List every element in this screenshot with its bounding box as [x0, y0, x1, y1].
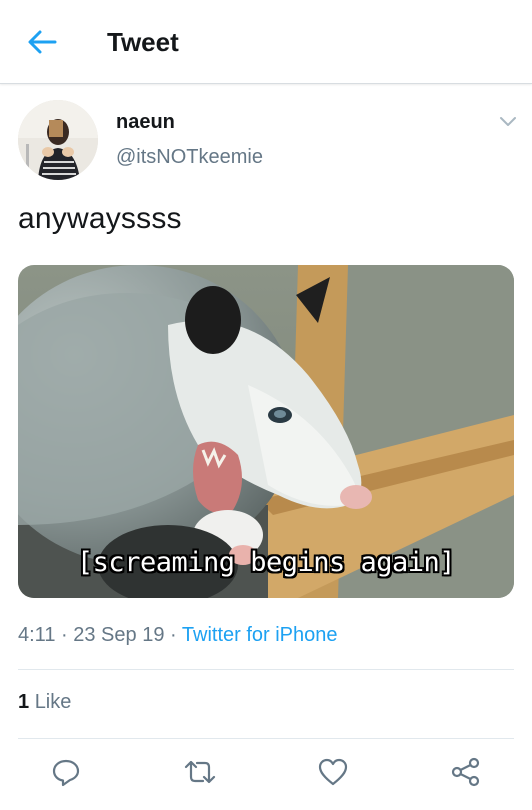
divider [18, 669, 514, 670]
tweet-time: 4:11 [18, 624, 56, 646]
heart-icon [318, 758, 348, 786]
action-bar [0, 742, 532, 802]
back-button[interactable] [22, 24, 62, 60]
media-caption: [screaming begins again] [76, 547, 456, 578]
tweet-options-button[interactable] [494, 108, 522, 136]
likes-count: 1 [18, 691, 30, 713]
share-icon [451, 757, 480, 787]
divider [18, 738, 514, 739]
meta-separator: · [170, 624, 177, 646]
meta-separator: · [61, 624, 68, 646]
page-title: Tweet [107, 27, 179, 57]
avatar[interactable] [18, 100, 98, 180]
tweet-date: 23 Sep 19 [73, 624, 165, 646]
user-handle[interactable]: @itsNOTkeemie [116, 146, 263, 169]
share-button[interactable] [446, 754, 486, 790]
reply-button[interactable] [46, 754, 86, 790]
retweet-button[interactable] [180, 754, 220, 790]
display-name[interactable]: naeun [116, 111, 175, 134]
like-button[interactable] [313, 754, 353, 790]
arrow-left-icon [28, 30, 57, 54]
tweet-source-link[interactable]: Twitter for iPhone [182, 624, 338, 646]
tweet-meta: 4:11 · 23 Sep 19 · Twitter for iPhone [18, 624, 338, 647]
likes-label: Like [34, 691, 72, 713]
chevron-down-icon [500, 117, 516, 126]
likes-summary[interactable]: 1 Like [18, 691, 71, 714]
top-bar: Tweet [0, 0, 532, 84]
tweet-media[interactable]: [screaming begins again] [18, 265, 514, 598]
retweet-icon [184, 760, 216, 784]
avatar-image [18, 100, 98, 180]
tweet-text: anywayssss [18, 202, 182, 235]
reply-icon [52, 759, 80, 787]
